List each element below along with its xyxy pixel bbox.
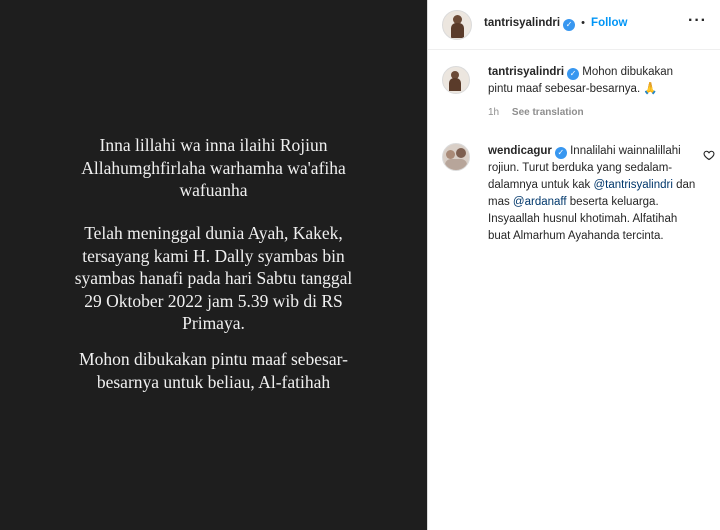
caption-paragraph-1: Inna lillahi wa inna ilaihi Rojiun Allah… xyxy=(0,134,427,202)
caption-line: syambas hanafi pada hari Sabtu tanggal xyxy=(74,268,353,288)
comment-body: tantrisyalindri ✓ Mohon dibukakan pintu m… xyxy=(488,64,700,98)
separator-dot: • xyxy=(581,17,585,29)
comment-username[interactable]: wendicagur xyxy=(488,145,552,157)
caption-line: wafuanha xyxy=(179,180,248,200)
caption-line: 29 Oktober 2022 jam 5.39 wib di RS xyxy=(84,290,343,311)
caption-line: Inna lillahi wa inna ilaihi Rojiun xyxy=(99,135,328,155)
more-options-icon[interactable]: ··· xyxy=(688,13,707,29)
header-username[interactable]: tantrisyalindri xyxy=(484,17,560,29)
post-header: tantrisyalindri ✓ • Follow ··· xyxy=(428,0,720,50)
caption-line: besarnya untuk beliau, Al-fatihah xyxy=(96,371,331,392)
avatar[interactable] xyxy=(442,143,470,171)
caption-line: Mohon dibukakan pintu maaf sebesar- xyxy=(79,349,348,369)
caption-comment: tantrisyalindri ✓ Mohon dibukakan pintu m… xyxy=(428,64,720,124)
mention-link[interactable]: @ardanaff xyxy=(513,196,567,208)
avatar[interactable] xyxy=(442,66,470,94)
verified-badge-icon: ✓ xyxy=(567,68,580,80)
caption-line: Allahumghfirlaha warhamha wa'afiha xyxy=(81,157,346,178)
post-side-panel: tantrisyalindri ✓ • Follow ··· tantrisyal… xyxy=(427,0,720,530)
caption-paragraph-2: Telah meninggal dunia Ayah, Kakek, tersa… xyxy=(0,222,427,335)
caption-line: Telah meninggal dunia Ayah, Kakek, xyxy=(84,223,343,243)
avatar[interactable] xyxy=(442,10,472,40)
comment-meta: 1h See translation xyxy=(488,107,594,118)
comment-body: wendicagur ✓ Innalilahi wainnalillahi roj… xyxy=(488,143,700,245)
see-translation-button[interactable]: See translation xyxy=(512,107,584,118)
caption-line: Primaya. xyxy=(182,313,245,333)
like-comment-heart-icon[interactable] xyxy=(703,149,715,161)
comment-username[interactable]: tantrisyalindri xyxy=(488,66,564,78)
post-image: Inna lillahi wa inna ilaihi Rojiun Allah… xyxy=(0,0,427,530)
comment-time: 1h xyxy=(488,107,500,118)
caption-line: tersayang kami H. Dally syambas bin xyxy=(82,245,345,266)
comments-list[interactable]: tantrisyalindri ✓ Mohon dibukakan pintu m… xyxy=(428,51,720,381)
caption-paragraph-3: Mohon dibukakan pintu maaf sebesar- besa… xyxy=(0,348,427,393)
mention-link[interactable]: @tantrisyalindri xyxy=(593,179,672,191)
follow-button[interactable]: Follow xyxy=(591,17,627,29)
verified-badge-icon: ✓ xyxy=(554,147,567,159)
verified-badge-icon: ✓ xyxy=(563,19,576,31)
comment-item: wendicagur ✓ Innalilahi wainnalillahi roj… xyxy=(428,143,720,278)
header-user-row: tantrisyalindri ✓ • Follow xyxy=(484,17,627,31)
